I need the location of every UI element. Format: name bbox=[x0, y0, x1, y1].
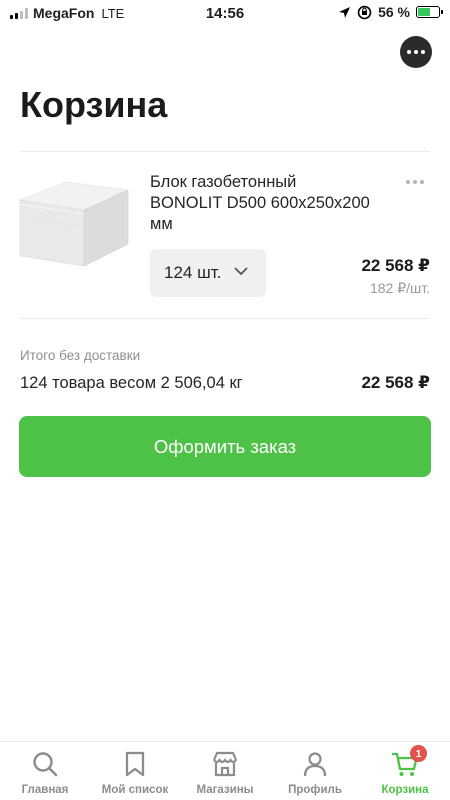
item-menu-icon[interactable] bbox=[406, 180, 424, 184]
status-right: 56 % bbox=[338, 4, 443, 20]
item-total-price: 22 568 ₽ bbox=[361, 256, 430, 275]
summary-caption: Итого без доставки bbox=[20, 348, 141, 363]
divider bbox=[20, 318, 430, 319]
item-unit-price: 182 ₽/шт. bbox=[369, 280, 430, 296]
summary-total: 22 568 ₽ bbox=[361, 373, 430, 392]
store-icon bbox=[212, 751, 238, 777]
product-name[interactable]: Блок газобетонный BONOLIT D500 600x250x2… bbox=[150, 172, 370, 235]
tab-label: Корзина bbox=[381, 784, 429, 796]
summary-description: 124 товара весом 2 506,04 кг bbox=[20, 374, 243, 392]
tab-label: Магазины bbox=[196, 784, 254, 796]
search-icon bbox=[33, 752, 58, 777]
person-icon bbox=[303, 752, 327, 777]
status-bar: MegaFon LTE 14:56 56 % bbox=[0, 0, 450, 28]
page-title: Корзина bbox=[20, 84, 168, 125]
chevron-down-icon bbox=[234, 267, 248, 275]
product-image[interactable] bbox=[18, 180, 130, 268]
tab-cart[interactable]: 1 Корзина bbox=[360, 742, 450, 800]
cart-badge: 1 bbox=[410, 745, 427, 762]
tab-stores[interactable]: Магазины bbox=[180, 742, 270, 800]
tab-label: Главная bbox=[21, 784, 69, 796]
tab-my-list[interactable]: Мой список bbox=[90, 742, 180, 800]
battery-icon bbox=[416, 6, 443, 18]
rotation-lock-icon bbox=[357, 5, 372, 19]
quantity-value: 124 шт. bbox=[164, 263, 222, 282]
more-options-button[interactable] bbox=[400, 36, 432, 68]
quantity-select[interactable]: 124 шт. bbox=[150, 249, 266, 297]
tab-label: Профиль bbox=[288, 784, 342, 796]
divider bbox=[20, 151, 430, 152]
bookmark-icon bbox=[125, 751, 145, 777]
location-icon bbox=[339, 6, 351, 18]
tab-label: Мой список bbox=[101, 784, 169, 796]
tab-home[interactable]: Главная bbox=[0, 742, 90, 800]
battery-percent: 56 % bbox=[378, 4, 410, 20]
tab-bar: Главная Мой список Магазины Профиль 1 Ко… bbox=[0, 741, 450, 800]
tab-profile[interactable]: Профиль bbox=[270, 742, 360, 800]
checkout-button[interactable]: Оформить заказ bbox=[19, 416, 431, 477]
